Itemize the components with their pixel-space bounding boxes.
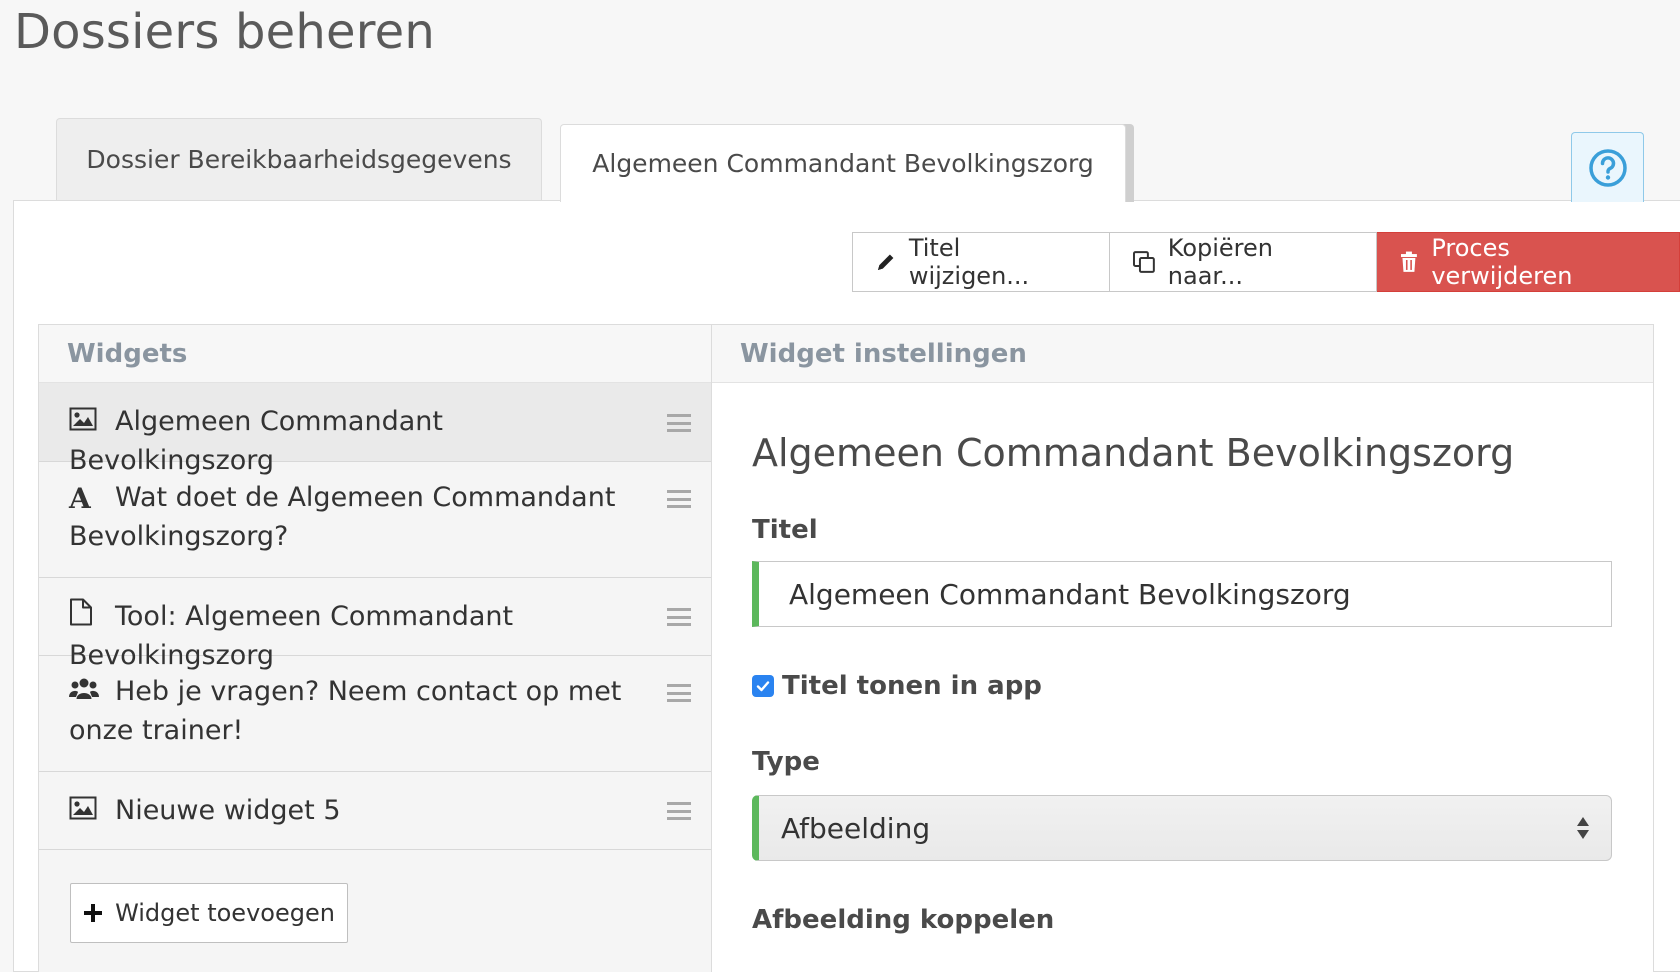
drag-handle-icon[interactable] <box>667 490 691 508</box>
show-title-label: Titel tonen in app <box>782 671 1042 701</box>
edit-title-label: Titel wijzigen... <box>908 234 1030 290</box>
select-arrows-icon <box>1577 817 1589 839</box>
page-title: Dossiers beheren <box>14 4 435 60</box>
widgets-header: Widgets <box>39 325 711 383</box>
tab-dossier-bereikbaarheidsgegevens[interactable]: Dossier Bereikbaarheidsgegevens <box>56 118 542 200</box>
delete-process-label: Proces verwijderen <box>1431 234 1573 290</box>
tab-label: Algemeen Commandant Bevolkingszorg <box>592 149 1094 178</box>
widget-item-2[interactable]: A Wat doet de Algemeen Commandant Bevolki… <box>39 462 711 578</box>
edit-title-button[interactable]: Titel wijzigen... <box>852 232 1110 292</box>
image-icon <box>69 793 115 831</box>
add-widget-button[interactable]: Widget toevoegen <box>70 883 348 943</box>
widgets-column: Widgets Algemeen Commandant Bevolkingszo… <box>38 324 712 972</box>
widget-item-4[interactable]: Heb je vragen? Neem contact op met onze … <box>39 656 711 772</box>
settings-title: Algemeen Commandant Bevolkingszorg <box>752 431 1515 475</box>
toolbar: Titel wijzigen... Kopiëren naar... Proce… <box>852 232 1680 292</box>
copy-to-label: Kopiëren naar... <box>1167 234 1273 290</box>
image-icon <box>69 404 115 442</box>
add-widget-label: Widget toevoegen <box>115 899 335 927</box>
widget-item-5[interactable]: Nieuwe widget 5 <box>39 772 711 850</box>
type-select[interactable]: Afbeelding <box>752 795 1612 861</box>
drag-handle-icon[interactable] <box>667 414 691 432</box>
drag-handle-icon[interactable] <box>667 802 691 820</box>
type-label: Type <box>752 747 820 777</box>
copy-to-button[interactable]: Kopiëren naar... <box>1109 232 1378 292</box>
widget-item-label: Wat doet de Algemeen Commandant Bevolkin… <box>69 482 616 552</box>
help-button[interactable] <box>1571 132 1644 202</box>
widget-item-3[interactable]: Tool: Algemeen Commandant Bevolkingszorg <box>39 578 711 671</box>
drag-handle-icon[interactable] <box>667 608 691 626</box>
check-icon <box>756 681 770 692</box>
titel-input[interactable] <box>752 561 1612 627</box>
type-select-value: Afbeelding <box>781 811 931 845</box>
delete-process-button[interactable]: Proces verwijderen <box>1377 232 1680 292</box>
tab-algemeen-commandant[interactable]: Algemeen Commandant Bevolkingszorg <box>560 124 1126 202</box>
question-circle-icon <box>1588 148 1627 187</box>
widget-settings-column: Widget instellingen Algemeen Commandant … <box>711 324 1654 972</box>
widget-item-label: Heb je vragen? Neem contact op met onze … <box>69 676 622 746</box>
widget-item-1[interactable]: Algemeen Commandant Bevolkingszorg <box>39 383 711 476</box>
users-icon <box>69 674 115 712</box>
titel-label: Titel <box>752 515 818 545</box>
drag-handle-icon[interactable] <box>667 684 691 702</box>
pencil-icon <box>877 254 894 270</box>
font-icon: A <box>69 481 91 515</box>
trash-icon <box>1401 251 1418 272</box>
widget-item-label: Nieuwe widget 5 <box>115 795 341 826</box>
show-title-row[interactable]: Titel tonen in app <box>752 671 1042 701</box>
image-link-label: Afbeelding koppelen <box>752 905 1055 935</box>
plus-icon <box>84 904 103 922</box>
file-icon <box>69 598 115 637</box>
copy-icon <box>1132 251 1155 273</box>
tab-label: Dossier Bereikbaarheidsgegevens <box>86 145 512 174</box>
show-title-checkbox[interactable] <box>752 675 774 697</box>
widget-settings-header: Widget instellingen <box>712 325 1653 383</box>
